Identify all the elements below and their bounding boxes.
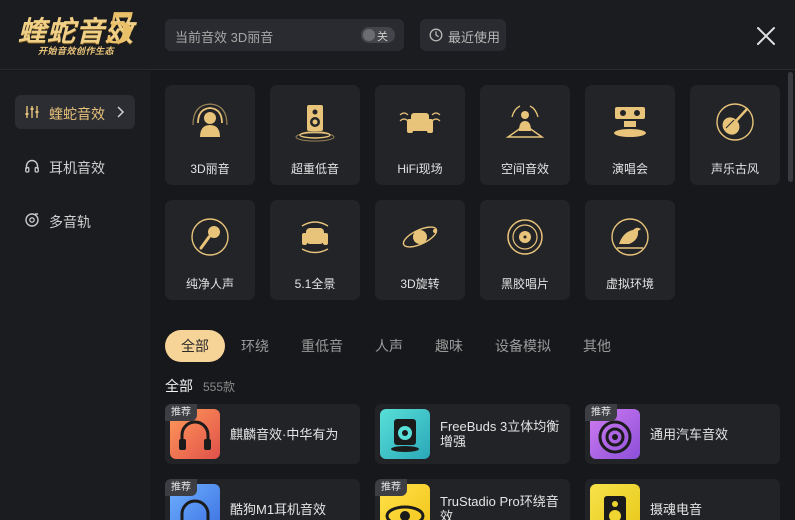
tab-all[interactable]: 全部 xyxy=(165,330,225,362)
sofa-icon xyxy=(399,112,441,133)
effect-card-hifi[interactable]: HiFi现场 xyxy=(375,85,465,185)
item-label: TruStadio Pro环绕音效 xyxy=(440,494,559,520)
item-thumbnail xyxy=(380,409,430,459)
space-icon xyxy=(505,105,545,138)
recommend-badge: 推荐 xyxy=(165,479,197,496)
logo-slogan: 开始音效创作生态 xyxy=(38,46,115,56)
effect-card-3d-rotate[interactable]: 3D旋转 xyxy=(375,200,465,300)
vinyl-icon xyxy=(507,219,543,255)
effect-label: 空间音效 xyxy=(500,162,549,176)
sidebar-item-multitrack[interactable]: 多音轨 xyxy=(15,203,135,237)
recommend-badge: 推荐 xyxy=(165,404,197,421)
tab-surround[interactable]: 环绕 xyxy=(241,330,269,362)
effect-card-classical[interactable]: 声乐古风 xyxy=(690,85,780,185)
sidebar-item-label: 耳机音效 xyxy=(49,160,105,176)
chevron-right-icon xyxy=(117,106,125,118)
tab-other[interactable]: 其他 xyxy=(583,330,611,362)
recommend-badge: 推荐 xyxy=(585,404,617,421)
effect-card-vocal[interactable]: 纯净人声 xyxy=(165,200,255,300)
app-logo: 蝰蛇音效 5 开始音效创作生态 xyxy=(14,4,135,62)
sidebar-item-label: 多音轨 xyxy=(49,214,91,230)
tab-bass[interactable]: 重低音 xyxy=(301,330,343,362)
speaker-icon xyxy=(295,105,335,142)
pipa-icon xyxy=(716,103,754,141)
sidebar: 蝰蛇音效 耳机音效 多音轨 xyxy=(0,71,150,520)
current-effect-text: 当前音效 3D丽音 xyxy=(175,30,274,45)
effect-label: 纯净人声 xyxy=(185,277,234,291)
effect-card-3d[interactable]: 3D丽音 xyxy=(165,85,255,185)
effect-label: 声乐古风 xyxy=(710,162,759,176)
item-label: 摄魂电音 xyxy=(650,501,703,517)
effect-card-bass[interactable]: 超重低音 xyxy=(270,85,360,185)
equalizer-icon xyxy=(25,106,39,118)
clock-icon xyxy=(429,28,443,42)
list-title: 全部 xyxy=(165,378,193,394)
top-bar: 蝰蛇音效 5 开始音效创作生态 当前音效 3D丽音 关 最近使用 xyxy=(0,0,795,70)
tab-vocal[interactable]: 人声 xyxy=(375,330,403,362)
item-label: 酷狗M1耳机音效 xyxy=(230,501,327,517)
list-item[interactable]: 推荐 酷狗M1耳机音效 xyxy=(165,479,360,520)
item-label: 通用汽车音效 xyxy=(650,426,729,442)
effect-label: 5.1全景 xyxy=(294,277,336,291)
effect-toggle[interactable]: 关 xyxy=(361,27,395,43)
list-item[interactable]: 摄魂电音 xyxy=(585,479,780,520)
recent-label: 最近使用 xyxy=(448,30,501,45)
effect-label: 超重低音 xyxy=(290,162,339,176)
bird-icon xyxy=(611,218,649,256)
effect-label: 3D旋转 xyxy=(400,277,440,291)
stage-icon xyxy=(614,107,646,137)
sidebar-item-viper-effects[interactable]: 蝰蛇音效 xyxy=(15,95,135,129)
effect-label: 虚拟环境 xyxy=(605,277,654,291)
toggle-knob xyxy=(363,29,375,41)
tab-device[interactable]: 设备模拟 xyxy=(495,330,551,362)
list-count: 555款 xyxy=(203,380,236,394)
orbit-icon xyxy=(402,226,438,248)
close-icon[interactable] xyxy=(754,24,778,48)
recent-button[interactable]: 最近使用 xyxy=(420,19,506,51)
surround-icon xyxy=(301,221,329,254)
effect-label: HiFi现场 xyxy=(397,162,443,176)
scrollbar[interactable] xyxy=(788,72,793,182)
tab-fun[interactable]: 趣味 xyxy=(435,330,463,362)
effect-card-surround[interactable]: 5.1全景 xyxy=(270,200,360,300)
microphone-icon xyxy=(191,218,229,256)
multitrack-icon xyxy=(25,213,39,227)
item-label: FreeBuds 3立体均衡增强 xyxy=(440,419,560,449)
item-label: 麒麟音效·中华有为 xyxy=(230,426,339,442)
headphones-icon xyxy=(25,159,39,173)
toggle-label: 关 xyxy=(377,31,388,43)
list-item[interactable]: FreeBuds 3立体均衡增强 xyxy=(375,404,570,464)
main-content: 3D丽音 超重低音 HiFi现场 空间音效 演唱会 声乐古风 纯净人声 5.1全… xyxy=(150,71,795,520)
effect-label: 3D丽音 xyxy=(190,162,230,176)
effect-card-virtual[interactable]: 虚拟环境 xyxy=(585,200,675,300)
item-thumbnail xyxy=(590,484,640,520)
effect-card-concert[interactable]: 演唱会 xyxy=(585,85,675,185)
sidebar-item-label: 蝰蛇音效 xyxy=(49,106,105,122)
effect-card-spatial[interactable]: 空间音效 xyxy=(480,85,570,185)
current-effect-bar[interactable]: 当前音效 3D丽音 关 xyxy=(165,19,404,51)
sidebar-item-headphone-effects[interactable]: 耳机音效 xyxy=(15,149,135,183)
speaker-icon xyxy=(604,496,626,520)
effect-card-vinyl[interactable]: 黑胶唱片 xyxy=(480,200,570,300)
list-item[interactable]: 推荐 通用汽车音效 xyxy=(585,404,780,464)
list-item[interactable]: 推荐 TruStadio Pro环绕音效 xyxy=(375,479,570,520)
effect-label: 演唱会 xyxy=(611,162,648,176)
3d-head-icon xyxy=(192,103,228,137)
speaker-icon xyxy=(391,419,419,452)
list-item[interactable]: 推荐 麒麟音效·中华有为 xyxy=(165,404,360,464)
recommend-badge: 推荐 xyxy=(375,479,407,496)
effect-label: 黑胶唱片 xyxy=(500,277,549,291)
